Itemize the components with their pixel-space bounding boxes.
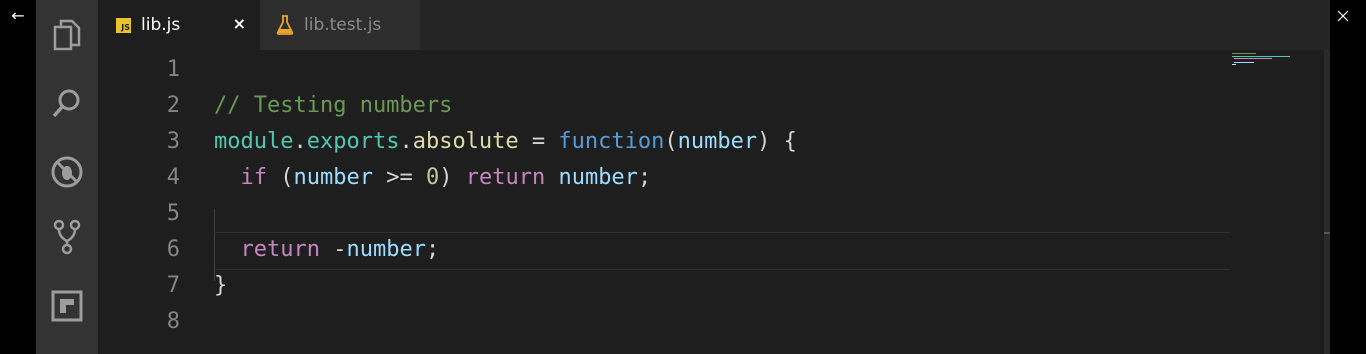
code-line[interactable]: 5 [98, 196, 1330, 232]
code-text: module.exports.absolute = function(numbe… [214, 124, 797, 160]
code-token: ) { [757, 129, 797, 154]
code-token: return [465, 165, 546, 190]
explorer-icon[interactable] [47, 16, 87, 56]
js-file-icon: JS [116, 17, 131, 33]
tab-label: lib.js [141, 15, 181, 35]
code-token: ) [439, 165, 466, 190]
code-text: } [214, 268, 227, 304]
scrollbar-thumb[interactable] [1324, 232, 1330, 234]
extensions-icon[interactable] [47, 286, 87, 326]
minimap[interactable] [1232, 50, 1302, 80]
code-token: exports [306, 129, 400, 154]
code-token: ( [267, 165, 294, 190]
code-token: >= [372, 165, 426, 190]
debug-icon[interactable] [47, 152, 87, 192]
code-token: ( [664, 129, 678, 154]
code-line[interactable]: 8 [98, 304, 1330, 340]
code-line[interactable]: 2 // Testing numbers [98, 88, 1330, 124]
code-text: if (number >= 0) return number; [214, 160, 652, 196]
code-token: number [293, 165, 373, 190]
code-token: function [558, 129, 665, 154]
line-number: 7 [166, 273, 180, 298]
search-icon[interactable] [47, 83, 87, 123]
code-token: 0 [425, 165, 440, 190]
code-text: // Testing numbers [214, 88, 452, 124]
code-token: absolute [412, 129, 519, 154]
line-number: 6 [166, 237, 180, 262]
code-line[interactable]: 4 if (number >= 0) return number; [98, 160, 1330, 196]
code-token: ; [637, 165, 652, 190]
code-token: number [677, 129, 758, 154]
line-number: 4 [166, 165, 180, 190]
code-line[interactable]: 3 module.exports.absolute = function(numb… [98, 124, 1330, 160]
tab-bar: JS lib.js × lib.test.js [98, 0, 1330, 50]
close-icon [1337, 10, 1349, 22]
code-token: if [240, 165, 268, 190]
code-editor[interactable]: 1 2// Testing numbers 3 module.exports.abso… [98, 50, 1330, 354]
current-line-highlight [214, 232, 1230, 270]
line-number: 5 [166, 201, 180, 226]
line-number: 1 [166, 57, 180, 82]
flask-icon [276, 15, 294, 35]
line-number: 3 [166, 129, 180, 154]
activity-bar [36, 0, 98, 354]
code-token: . [399, 129, 413, 154]
code-token: . [293, 129, 307, 154]
code-token: // Testing numbers [214, 93, 453, 118]
tab-close-button[interactable]: × [233, 14, 246, 33]
tab-label: lib.test.js [304, 15, 382, 35]
back-button[interactable]: ← [0, 0, 36, 32]
code-line[interactable]: 1 [98, 52, 1330, 88]
source-control-icon[interactable] [47, 217, 87, 257]
code-token: module [214, 129, 294, 154]
line-number: 8 [166, 309, 180, 334]
code-line[interactable]: 7} [98, 268, 1330, 304]
tab-lib-js[interactable]: JS lib.js × [98, 0, 260, 50]
editor-window: JS lib.js × lib.test.js 1 2 // Testing num… [36, 0, 1330, 354]
vertical-scrollbar[interactable] [1324, 50, 1330, 354]
tab-lib-test-js[interactable]: lib.test.js [260, 0, 420, 50]
code-token: } [214, 273, 228, 298]
line-number: 2 [166, 93, 180, 118]
code-token: = [518, 129, 559, 154]
code-token: number [558, 165, 638, 190]
